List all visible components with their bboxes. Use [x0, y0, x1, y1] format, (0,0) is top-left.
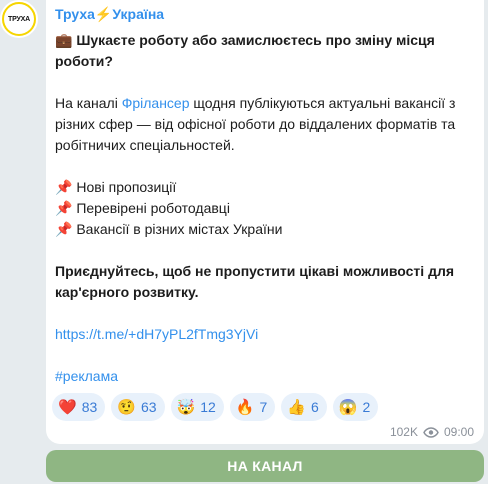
avatar-logo-text: ТРУХА — [4, 4, 34, 34]
open-channel-button[interactable]: НА КАНАЛ — [46, 450, 484, 482]
message-time: 09:00 — [443, 425, 474, 439]
reactions-bar: ❤️ 83 🤨 63 🤯 12 🔥 7 👍 6 😱 2 — [52, 393, 379, 421]
bullet-text: Нові пропозиції — [76, 179, 177, 195]
lightning-icon: ⚡ — [94, 6, 113, 22]
fire-icon: 🔥 — [235, 399, 255, 416]
bullet-item: 📌 Вакансії в різних містах України — [55, 219, 471, 240]
channel-avatar[interactable]: ТРУХА — [0, 0, 38, 38]
pushpin-icon: 📌 — [55, 221, 73, 237]
briefcase-icon: 💼 — [55, 32, 73, 48]
reaction-count: 83 — [81, 399, 98, 415]
freelancer-link[interactable]: Фрілансер — [122, 95, 190, 111]
reaction-screaming[interactable]: 😱 2 — [332, 393, 379, 421]
message-bubble: Труха⚡Україна 💼 Шукаєте роботу або замис… — [46, 0, 484, 444]
headline-text: Шукаєте роботу або замислюєтесь про змін… — [55, 32, 435, 69]
bullet-text: Перевірені роботодавці — [76, 200, 230, 216]
pushpin-icon: 📌 — [55, 179, 73, 195]
bullet-item: 📌 Перевірені роботодавці — [55, 198, 471, 219]
reaction-count: 2 — [362, 399, 371, 415]
reaction-count: 6 — [310, 399, 319, 415]
eye-icon — [423, 426, 439, 438]
channel-name-part1: Труха — [55, 6, 95, 22]
channel-name[interactable]: Труха⚡Україна — [55, 6, 164, 23]
reaction-count: 7 — [259, 399, 268, 415]
thumbs-up-icon: 👍 — [287, 399, 306, 416]
para-prefix: На каналі — [55, 95, 122, 111]
screaming-face-icon: 😱 — [338, 399, 358, 416]
reaction-raised-eyebrow[interactable]: 🤨 63 — [111, 393, 165, 421]
headline: 💼 Шукаєте роботу або замислюєтесь про зм… — [55, 30, 471, 72]
message-text: 💼 Шукаєте роботу або замислюєтесь про зм… — [55, 30, 471, 387]
reaction-count: 12 — [200, 399, 216, 415]
message-meta: 102K 09:00 — [390, 425, 474, 439]
reaction-heart[interactable]: ❤️ 83 — [52, 393, 106, 421]
reaction-thumbs-up[interactable]: 👍 6 — [281, 393, 327, 421]
heart-icon: ❤️ — [58, 399, 77, 416]
view-count: 102K — [389, 425, 418, 439]
invite-link[interactable]: https://t.me/+dH7yPL2fTmg3YjVi — [55, 324, 471, 345]
channel-name-part2: Україна — [112, 6, 165, 22]
pushpin-icon: 📌 — [55, 200, 73, 216]
bullet-text: Вакансії в різних містах України — [76, 221, 283, 237]
raised-eyebrow-icon: 🤨 — [117, 399, 136, 416]
call-to-action: Приєднуйтесь, щоб не пропустити цікаві м… — [55, 263, 455, 300]
hashtag-link[interactable]: #реклама — [55, 366, 471, 387]
bullet-item: 📌 Нові пропозиції — [55, 177, 471, 198]
exploding-head-icon: 🤯 — [176, 399, 196, 416]
reaction-count: 63 — [140, 399, 157, 415]
reaction-fire[interactable]: 🔥 7 — [229, 393, 276, 421]
reaction-exploding-head[interactable]: 🤯 12 — [170, 393, 224, 421]
paragraph-channel: На каналі Фрілансер щодня публікуються а… — [55, 93, 471, 156]
